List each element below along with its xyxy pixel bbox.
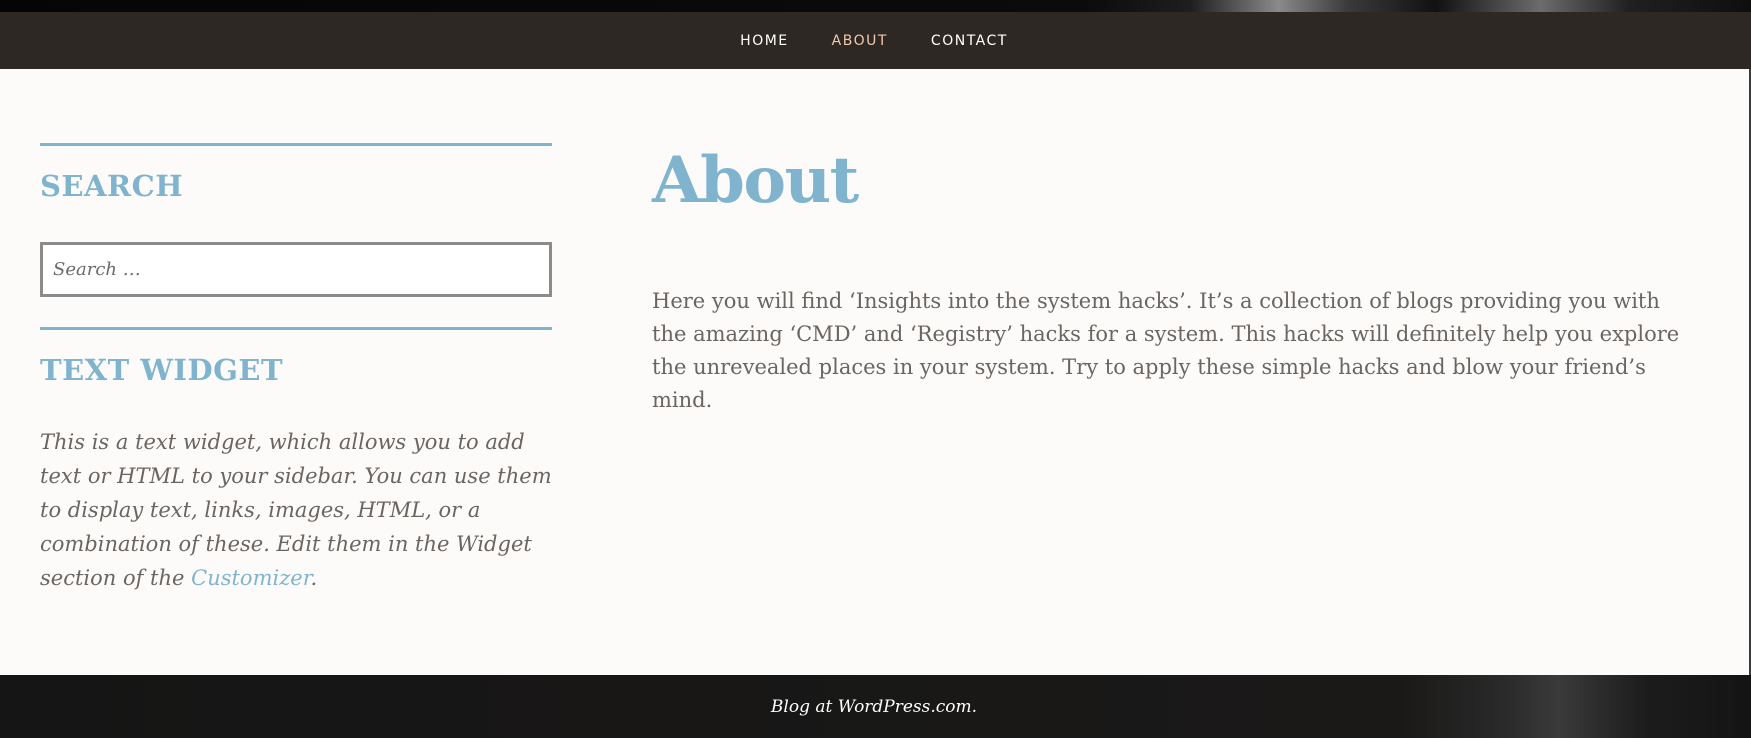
customizer-link[interactable]: Customizer — [191, 566, 310, 590]
page-title: About — [652, 143, 859, 218]
text-widget-title: TEXT WIDGET — [40, 353, 284, 387]
search-widget-title: SEARCH — [40, 169, 184, 203]
search-form — [40, 242, 552, 297]
search-widget-rule — [40, 143, 552, 146]
text-widget-body: This is a text widget, which allows you … — [40, 425, 552, 595]
header-image-strip — [0, 0, 1751, 12]
search-input[interactable] — [53, 259, 533, 280]
footer-credit-link[interactable]: Blog at WordPress.com. — [771, 697, 977, 717]
nav-item-contact[interactable]: CONTACT — [931, 34, 1008, 48]
nav-item-about[interactable]: ABOUT — [832, 34, 888, 48]
text-widget-rule — [40, 327, 552, 330]
page-body-text: Here you will find ‘Insights into the sy… — [652, 289, 1680, 412]
site-footer: Blog at WordPress.com. — [0, 675, 1751, 738]
nav-menu: HOME ABOUT CONTACT — [740, 34, 1008, 48]
text-widget-body-end: . — [310, 566, 318, 590]
nav-item-home[interactable]: HOME — [740, 34, 788, 48]
main-navigation: HOME ABOUT CONTACT — [0, 12, 1751, 69]
page: HOME ABOUT CONTACT SEARCH TEXT WIDGET Th… — [0, 0, 1751, 738]
content-area: SEARCH TEXT WIDGET This is a text widget… — [0, 69, 1751, 675]
